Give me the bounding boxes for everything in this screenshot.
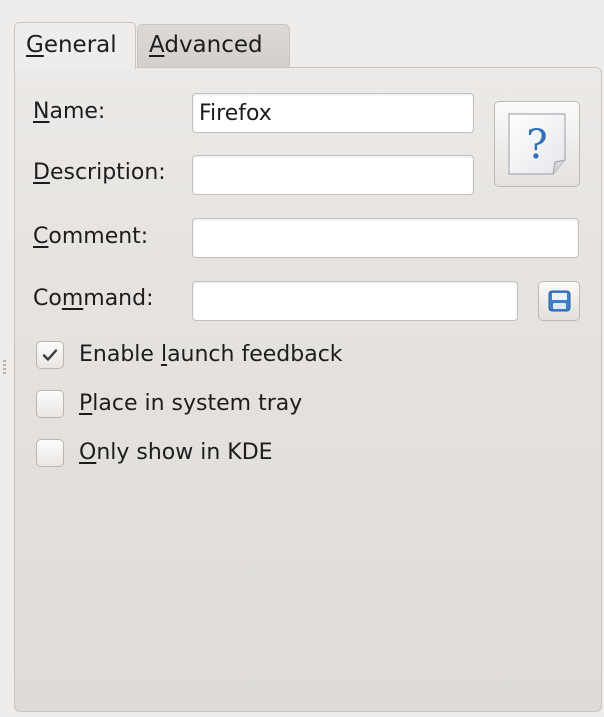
tab-advanced-mnemonic: A (149, 32, 165, 58)
description-label-rest: escription: (49, 160, 166, 185)
place-in-system-tray-label: Place in system tray (79, 388, 302, 420)
unknown-file-icon: ? (508, 113, 566, 175)
name-label: Name: (33, 97, 105, 127)
checkbox-label-rest: lace in system tray (92, 391, 303, 416)
command-input[interactable] (192, 281, 518, 321)
description-label-mnemonic: D (33, 160, 50, 185)
name-input[interactable] (192, 93, 474, 133)
tab-advanced-rest: dvanced (164, 32, 263, 58)
only-show-in-kde-label: Only show in KDE (79, 437, 273, 469)
description-label: Description: (33, 158, 166, 188)
name-label-rest: ame: (49, 99, 106, 124)
command-label-mnemonic: m (61, 286, 84, 311)
checkbox-label-mnemonic: P (79, 391, 93, 416)
comment-label: Comment: (33, 222, 148, 252)
comment-input[interactable] (192, 218, 579, 258)
command-label: Command: (33, 284, 154, 314)
save-icon (548, 290, 571, 312)
checkbox-label-rest: nly show in KDE (96, 440, 273, 465)
checkmark-icon (42, 349, 58, 361)
checkbox-box[interactable] (36, 439, 64, 467)
resize-grip[interactable] (3, 360, 6, 374)
tab-advanced[interactable]: Advanced (137, 24, 290, 67)
comment-label-rest: omment: (48, 224, 149, 249)
command-label-rest: mand: (83, 286, 154, 311)
svg-text:?: ? (526, 122, 547, 168)
checkbox-box[interactable] (36, 341, 64, 369)
description-input[interactable] (192, 155, 474, 195)
enable-launch-feedback-label: Enable launch feedback (79, 339, 343, 371)
properties-dialog: Advanced General Name: Description: ? (0, 0, 604, 717)
tab-general-rest: eneral (43, 32, 117, 58)
checkbox-label-mnemonic: O (79, 440, 97, 465)
comment-label-mnemonic: C (33, 224, 49, 249)
checkbox-label-prefix: Enable (79, 342, 161, 367)
browse-command-button[interactable] (538, 281, 580, 321)
command-label-prefix: Co (33, 286, 62, 311)
name-label-mnemonic: N (33, 99, 50, 124)
tab-general[interactable]: General (14, 22, 136, 69)
checkbox-label-rest: aunch feedback (167, 342, 343, 367)
checkbox-box[interactable] (36, 390, 64, 418)
tab-general-mnemonic: G (26, 32, 44, 58)
app-icon-button[interactable]: ? (494, 101, 580, 187)
